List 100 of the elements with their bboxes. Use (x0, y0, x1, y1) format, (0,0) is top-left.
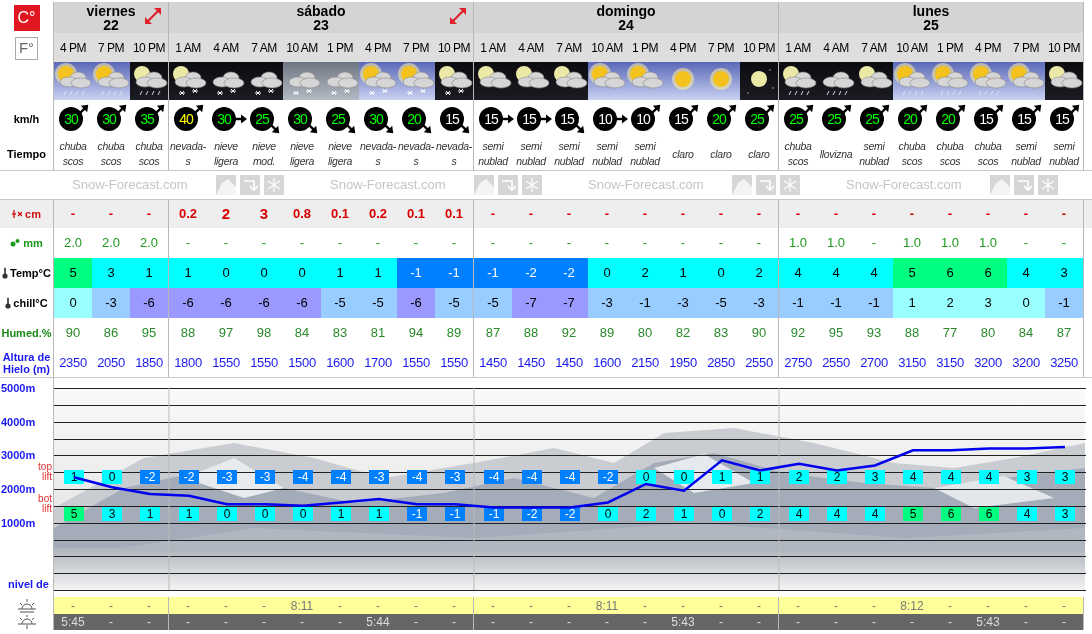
temperature-badge: 2 (636, 507, 656, 521)
sunrise-time: - (855, 597, 893, 614)
temperature-badge: 1 (750, 470, 770, 484)
unit-toggle[interactable]: F° (15, 37, 38, 60)
freezing-level-value: 2750 (784, 353, 812, 372)
expand-arrows-icon[interactable] (449, 7, 467, 25)
hour-label: 7 AM (861, 39, 887, 57)
wind-speed: 15 (1055, 112, 1069, 126)
wind-chill-cell: -6 (397, 288, 435, 318)
humidity-value: 95 (141, 324, 157, 343)
temperature-cell: 4 (817, 258, 855, 288)
snowfall-value: - (756, 205, 762, 224)
sunset-time: - (245, 614, 283, 630)
temperature-badge: 1 (674, 507, 694, 521)
snowfall-value: 2 (221, 203, 231, 224)
temperature-cell: 5 (54, 258, 92, 288)
freezing-level-value: 1800 (174, 353, 202, 372)
snowfall-value: 0.2 (178, 205, 198, 224)
lift-label: top lift (37, 462, 52, 482)
hour-label: 4 AM (213, 39, 239, 57)
humidity-value: 86 (103, 324, 119, 343)
day-name: sábado (296, 3, 346, 18)
hour-label: 10 AM (591, 39, 623, 57)
hour-label: 7 AM (556, 39, 582, 57)
freezing-level-value: 3150 (898, 353, 926, 372)
weather-description: chuba scos (96, 139, 126, 169)
row-label: Humed.% (1, 325, 52, 341)
row-label: km/h (13, 111, 40, 127)
axis-label: 1000m (1, 517, 36, 529)
freezing-level-value: 1550 (212, 353, 240, 372)
day-name: domingo (596, 3, 656, 18)
temperature-cell: 6 (931, 258, 969, 288)
humidity-value: 88 (904, 324, 920, 343)
expand-arrows-icon[interactable] (144, 7, 162, 25)
sunrise-time: - (512, 597, 550, 614)
rainfall-value: - (223, 234, 229, 253)
freezing-level-value: 2350 (59, 353, 87, 372)
weather-description: chuba scos (973, 139, 1003, 169)
snowfall-value: - (833, 205, 839, 224)
sunset-time: - (550, 614, 588, 630)
snowfall-value: 3 (259, 203, 269, 224)
sunrise-time: 8:11 (588, 597, 626, 614)
humidity-value: 97 (218, 324, 234, 343)
sunrise-time: - (626, 597, 664, 614)
temperature-badge: -4 (293, 470, 313, 484)
wind-chill-cell: -1 (1045, 288, 1083, 318)
humidity-value: 80 (637, 324, 653, 343)
freezing-level-value: 2700 (860, 353, 888, 372)
humidity-value: 80 (980, 324, 996, 343)
weather-description: nevada-s (359, 139, 397, 169)
temperature-cell: 3 (92, 258, 130, 288)
temperature-badge: 3 (1055, 507, 1075, 521)
sunset-time: - (397, 614, 435, 630)
wind-chill-cell: -7 (512, 288, 550, 318)
weather-description: nieve ligera (213, 139, 239, 169)
wind-chill-cell: -5 (321, 288, 359, 318)
hour-label: 4 PM (60, 39, 86, 57)
rainfall-value: - (490, 234, 496, 253)
row-label: Altura de Hielo (m) (1, 350, 52, 375)
temperature-cell: 4 (855, 258, 893, 288)
freezing-level-value: 1700 (364, 353, 392, 372)
snowfall-value: 0.1 (444, 205, 464, 224)
wind-chill-cell: -3 (92, 288, 130, 318)
temperature-cell: 1 (169, 258, 207, 288)
sunrise-icon (16, 598, 37, 613)
snowfall-value: - (947, 205, 953, 224)
temperature-badge: 4 (865, 507, 885, 521)
sunrise-time: - (397, 597, 435, 614)
temperature-badge: 0 (636, 470, 656, 484)
sunset-time: - (702, 614, 740, 630)
temperature-badge: -4 (407, 470, 427, 484)
freezing-level-value: 1500 (288, 353, 316, 372)
sunset-time: - (321, 614, 359, 630)
temperature-badge: 0 (712, 507, 732, 521)
wind-speed: 30 (217, 112, 231, 126)
wind-chill-cell: -6 (130, 288, 168, 318)
snowfall-icon (12, 209, 23, 219)
sunrise-time: - (169, 597, 207, 614)
temperature-badge: 1 (331, 507, 351, 521)
unit-toggle[interactable]: C° (13, 5, 40, 31)
sunset-time: - (283, 614, 321, 630)
temperature-cell: -2 (550, 258, 588, 288)
snowfall-value: - (795, 205, 801, 224)
weather-description: nevada-s (169, 139, 207, 169)
wind-speed: 15 (560, 112, 574, 126)
sunset-time: - (1045, 614, 1083, 630)
snowfall-value: - (70, 205, 76, 224)
humidity-value: 84 (1018, 324, 1034, 343)
sunset-time: - (1007, 614, 1045, 630)
temperature-badge: 1 (712, 470, 732, 484)
wind-speed: 30 (293, 112, 307, 126)
temperature-cell: 0 (207, 258, 245, 288)
sunset-time: - (130, 614, 168, 630)
row-label: chill°C (13, 295, 48, 311)
temperature-badge: -4 (560, 470, 580, 484)
hour-label: 10 PM (437, 39, 471, 57)
temperature-badge: -3 (217, 470, 237, 484)
wind-chill-cell: -7 (550, 288, 588, 318)
temperature-badge: -4 (484, 470, 504, 484)
hour-label: 10 AM (896, 39, 928, 57)
